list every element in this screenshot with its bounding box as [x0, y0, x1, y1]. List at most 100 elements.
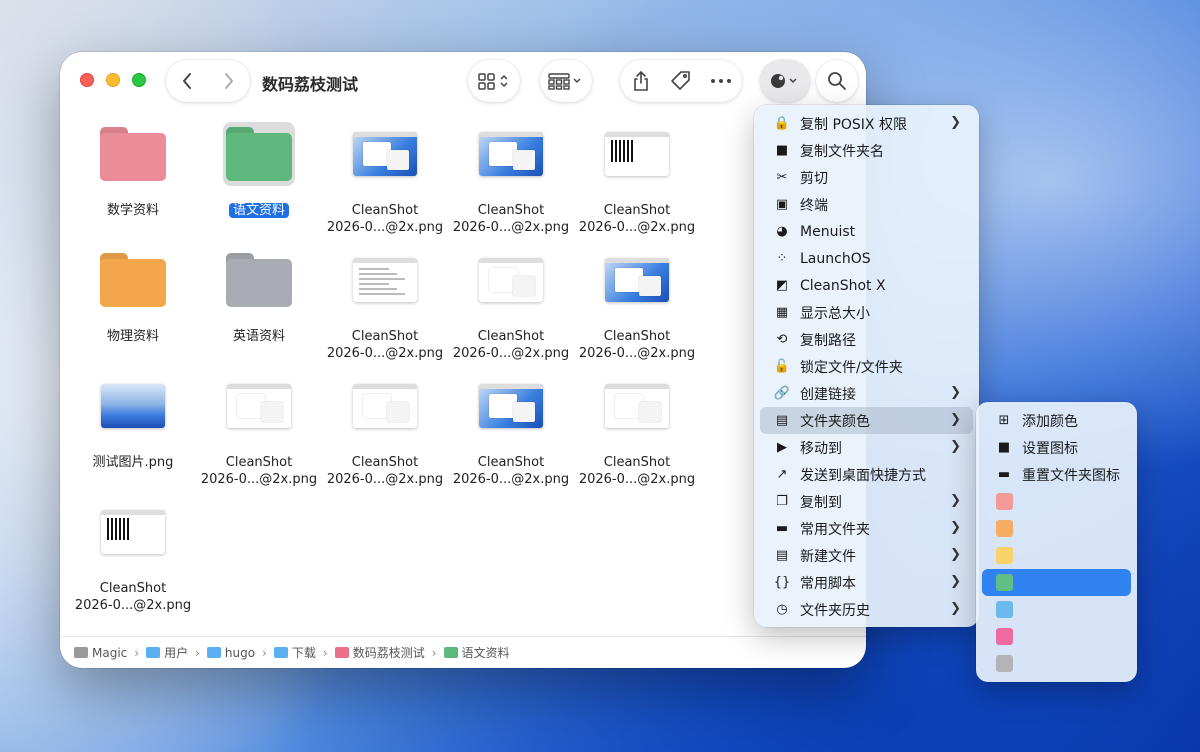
menu-item[interactable]: ❐ 复制到 ❯: [760, 488, 973, 515]
thumbnail: [475, 248, 547, 312]
magic-menu-button[interactable]: [760, 60, 810, 102]
file-item[interactable]: CleanShot 2026-0...@2x.png: [448, 244, 574, 364]
file-item[interactable]: CleanShot 2026-0...@2x.png: [322, 370, 448, 490]
file-item[interactable]: CleanShot 2026-0...@2x.png: [448, 118, 574, 238]
menu-item[interactable]: 🔓 锁定文件/文件夹: [760, 353, 973, 380]
menu-item[interactable]: 🔗 创建链接 ❯: [760, 380, 973, 407]
finder-window: 数码荔枝测试 数学资料 语文资料 CleanShot 2026-0...@2x.png…: [60, 52, 866, 668]
folder-item[interactable]: 物理资料: [70, 244, 196, 364]
menu-item[interactable]: ▤ 新建文件 ❯: [760, 542, 973, 569]
breadcrumb-label: 下载: [291, 646, 316, 660]
lock-icon: 🔒: [773, 116, 791, 131]
color-swatch-item[interactable]: [982, 596, 1131, 623]
close-button[interactable]: [80, 73, 94, 87]
menu-item-label: Menuist: [800, 223, 856, 240]
color-swatch: [996, 655, 1013, 672]
zoom-button[interactable]: [132, 73, 146, 87]
screenshot-thumbnail-icon: [353, 258, 417, 302]
submenu-item-label: 添加颜色: [1022, 413, 1078, 430]
folder-icon: [206, 647, 221, 658]
tag-button[interactable]: [661, 60, 701, 102]
folder-item[interactable]: 数学资料: [70, 118, 196, 238]
submenu-item[interactable]: ⊞ 添加颜色: [982, 407, 1131, 434]
group-by-button[interactable]: [540, 60, 592, 102]
menu-item[interactable]: ▣ 终端: [760, 191, 973, 218]
minimize-button[interactable]: [106, 73, 120, 87]
file-item[interactable]: CleanShot 2026-0...@2x.png: [574, 244, 700, 364]
color-swatch-item[interactable]: [982, 569, 1131, 596]
color-swatch: [996, 520, 1013, 537]
submenu-item-label: 重置文件夹图标: [1022, 467, 1120, 484]
menu-item-label: 新建文件: [800, 548, 856, 565]
menu-item[interactable]: ↗ 发送到桌面快捷方式: [760, 461, 973, 488]
forward-button[interactable]: [208, 60, 250, 102]
screenshot-thumbnail-icon: [479, 384, 543, 428]
file-item[interactable]: 测试图片.png: [70, 370, 196, 490]
folder-item[interactable]: 英语资料: [196, 244, 322, 364]
color-swatch-item[interactable]: [982, 650, 1131, 677]
chevron-right-icon: ›: [322, 645, 328, 660]
folder-icon: ▬: [775, 521, 789, 536]
menu-item[interactable]: 🔒 复制 POSIX 权限 ❯: [760, 110, 973, 137]
menu-item[interactable]: ▤ 文件夹颜色 ❯: [760, 407, 973, 434]
window-title: 数码荔枝测试: [262, 75, 359, 94]
folder-icon: [100, 127, 166, 181]
menu-item[interactable]: {} 常用脚本 ❯: [760, 569, 973, 596]
view-mode-button[interactable]: [468, 60, 520, 102]
terminal-icon: ▣: [775, 197, 789, 212]
color-swatch-item[interactable]: [982, 623, 1131, 650]
file-item[interactable]: CleanShot 2026-0...@2x.png: [574, 118, 700, 238]
file-item[interactable]: CleanShot 2026-0...@2x.png: [574, 370, 700, 490]
more-button[interactable]: [701, 60, 741, 102]
menu-item[interactable]: ◷ 文件夹历史 ❯: [760, 596, 973, 623]
file-item[interactable]: CleanShot 2026-0...@2x.png: [70, 496, 196, 616]
thumbnail: [601, 374, 673, 438]
color-swatch-item[interactable]: [982, 542, 1131, 569]
screenshot-thumbnail-icon: [605, 132, 669, 176]
folder-item[interactable]: 语文资料: [196, 118, 322, 238]
file-name: CleanShot 2026-0...@2x.png: [74, 581, 192, 613]
submenu-item[interactable]: ■ 设置图标: [982, 434, 1131, 461]
menu-item[interactable]: ▦ 显示总大小: [760, 299, 973, 326]
new-file-icon: ▤: [775, 548, 789, 563]
chevron-right-icon: ❯: [950, 547, 961, 562]
back-button[interactable]: [166, 60, 208, 102]
file-item[interactable]: CleanShot 2026-0...@2x.png: [448, 370, 574, 490]
image-thumbnail-icon: [101, 384, 165, 428]
menu-item[interactable]: ✂ 剪切: [760, 164, 973, 191]
menu-item-label: 剪切: [800, 170, 828, 187]
folder-color-icon: ▤: [775, 413, 789, 428]
menu-item[interactable]: ▬ 常用文件夹 ❯: [760, 515, 973, 542]
menu-item[interactable]: ■ 复制文件夹名: [760, 137, 973, 164]
share-button[interactable]: [621, 60, 661, 102]
menu-item[interactable]: ◩ CleanShot X: [760, 272, 973, 299]
submenu-item[interactable]: ▬ 重置文件夹图标: [982, 461, 1131, 488]
breadcrumb-item[interactable]: 语文资料: [443, 644, 510, 661]
color-swatch-item[interactable]: [982, 515, 1131, 542]
breadcrumb-item[interactable]: hugo ›: [206, 646, 270, 660]
menu-item[interactable]: ⟲ 复制路径: [760, 326, 973, 353]
thumbnail: [223, 122, 295, 186]
folder-icon: [273, 647, 288, 658]
chevron-right-icon: ›: [431, 645, 437, 660]
color-swatch-item[interactable]: [982, 488, 1131, 515]
folder-icon: [146, 647, 161, 658]
file-item[interactable]: CleanShot 2026-0...@2x.png: [196, 370, 322, 490]
search-icon: [828, 72, 846, 90]
launchos-icon: ⁘: [776, 251, 788, 266]
menu-item[interactable]: ◕ Menuist: [760, 218, 973, 245]
shortcut-icon: ↗: [776, 467, 788, 482]
breadcrumb-item[interactable]: 用户 ›: [146, 644, 203, 661]
file-name: CleanShot 2026-0...@2x.png: [578, 455, 696, 487]
breadcrumb-item[interactable]: 数码荔枝测试 ›: [334, 644, 440, 661]
search-button[interactable]: [816, 60, 858, 102]
breadcrumb-item[interactable]: 下载 ›: [273, 644, 331, 661]
file-item[interactable]: CleanShot 2026-0...@2x.png: [322, 118, 448, 238]
menu-item[interactable]: ▶ 移动到 ❯: [760, 434, 973, 461]
file-item[interactable]: CleanShot 2026-0...@2x.png: [322, 244, 448, 364]
breadcrumb-item[interactable]: Magic ›: [74, 646, 142, 660]
menu-item[interactable]: ⁘ LaunchOS: [760, 245, 973, 272]
folder-icon: ▬: [997, 467, 1011, 482]
thumbnail: [223, 248, 295, 312]
chevron-right-icon: ❯: [950, 493, 961, 508]
